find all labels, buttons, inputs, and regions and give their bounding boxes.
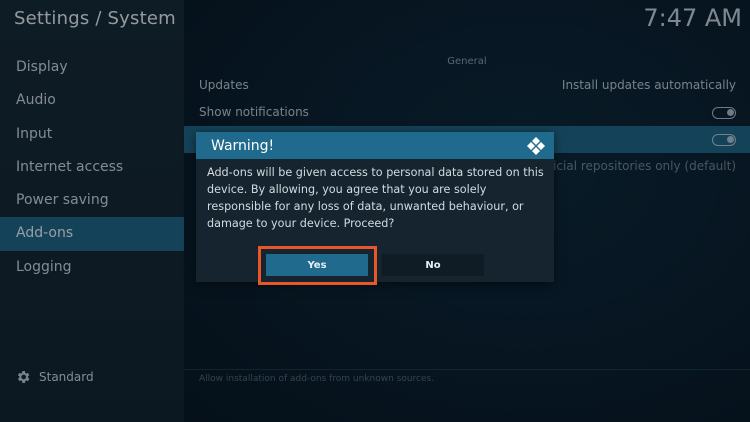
annotation-highlight-box <box>258 246 377 285</box>
no-button[interactable]: No <box>382 254 484 276</box>
dialog-title: Warning! <box>211 137 275 154</box>
dialog-header: Warning! <box>196 132 554 159</box>
kodi-logo-icon <box>527 136 545 155</box>
dialog-message: Add-ons will be given access to personal… <box>207 166 544 230</box>
